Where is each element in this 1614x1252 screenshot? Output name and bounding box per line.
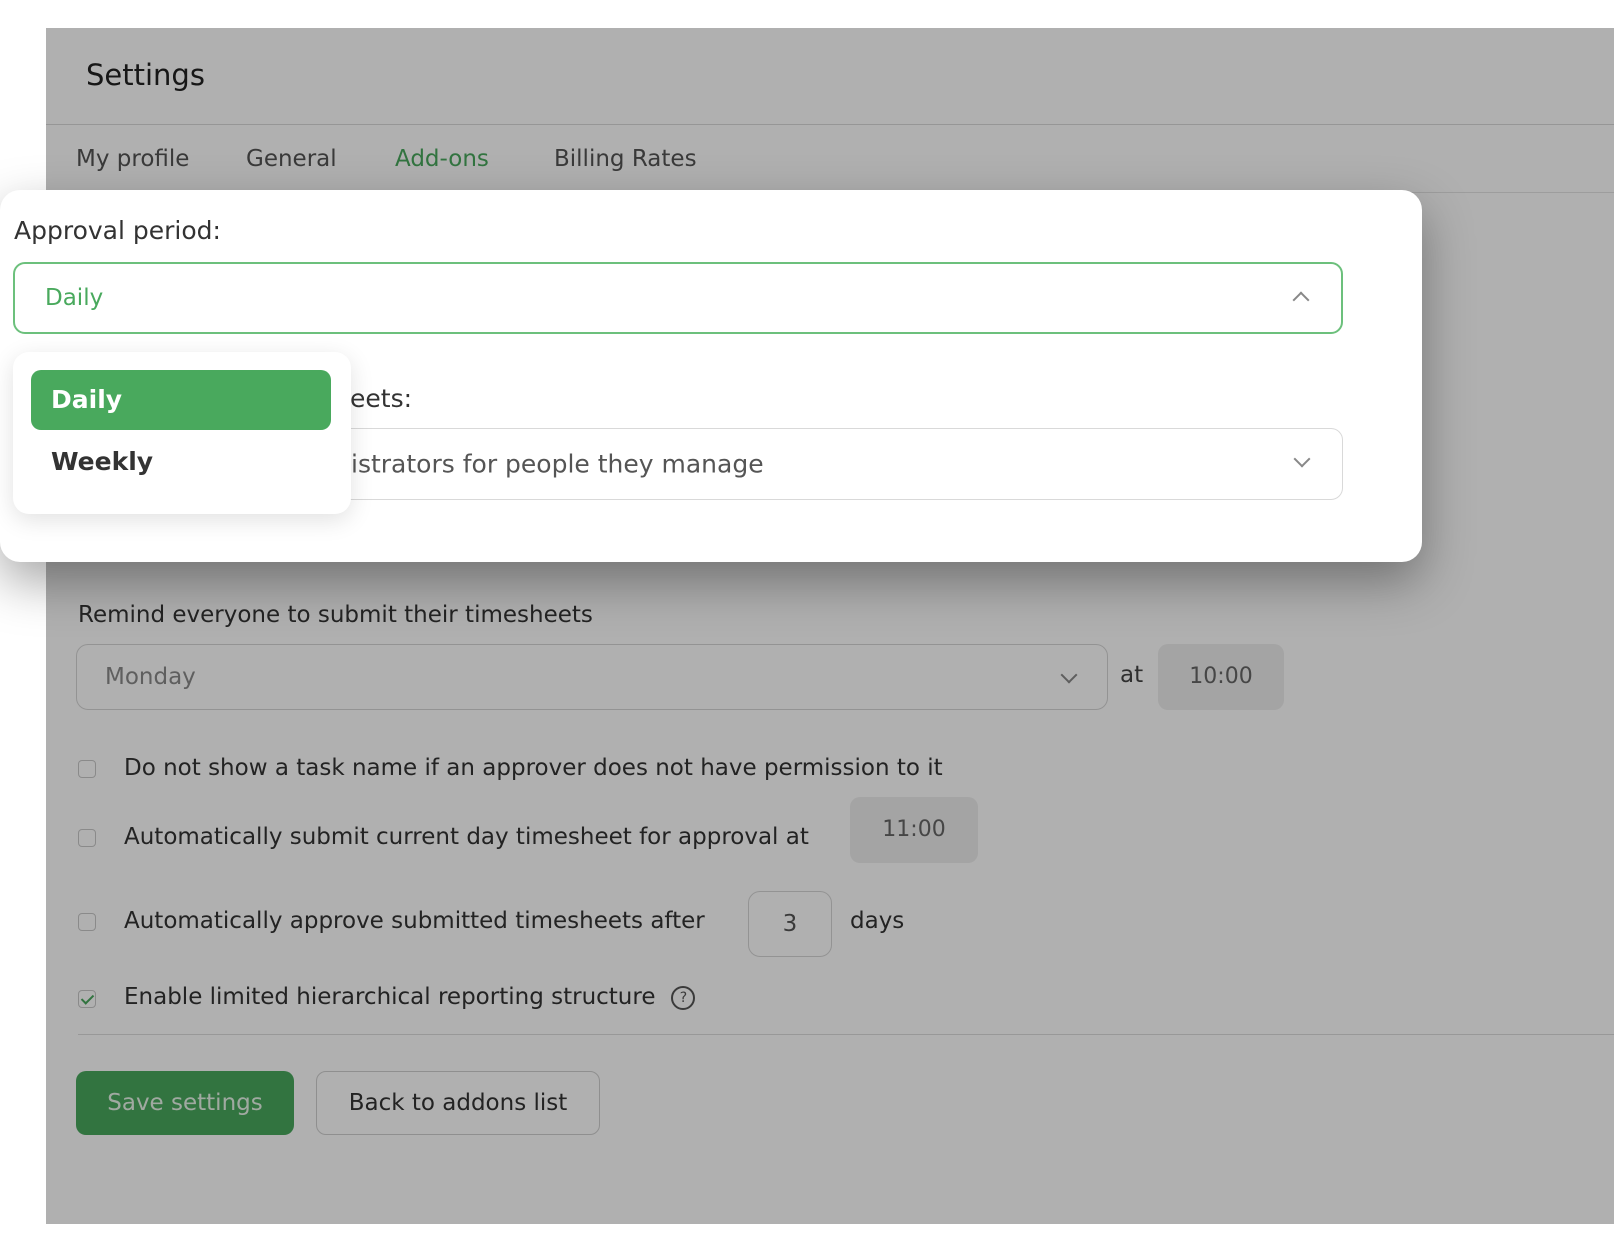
back-to-addons-button[interactable]: Back to addons list bbox=[316, 1071, 600, 1135]
approval-period-select[interactable]: Daily bbox=[13, 262, 1343, 334]
reminder-day-value: Monday bbox=[105, 664, 196, 690]
hierarchy-checkbox[interactable] bbox=[78, 990, 96, 1008]
option-daily[interactable]: Daily bbox=[31, 370, 331, 430]
chevron-down-icon bbox=[1060, 666, 1078, 684]
hierarchy-row: Enable limited hierarchical reporting st… bbox=[124, 984, 696, 1010]
auto-submit-checkbox[interactable] bbox=[78, 829, 96, 847]
chevron-up-icon bbox=[1292, 291, 1310, 309]
auto-submit-time-input[interactable]: 11:00 bbox=[850, 797, 978, 863]
tab-billing-rates[interactable]: Billing Rates bbox=[554, 146, 697, 172]
chevron-down-icon bbox=[1293, 450, 1311, 468]
hide-task-name-label: Do not show a task name if an approver d… bbox=[124, 755, 943, 781]
approvers-label: eets: bbox=[350, 384, 413, 413]
auto-approve-days-input[interactable]: 3 bbox=[748, 891, 832, 957]
auto-submit-label: Automatically submit current day timeshe… bbox=[124, 824, 809, 850]
divider bbox=[78, 1034, 1614, 1035]
hide-task-name-checkbox[interactable] bbox=[78, 760, 96, 778]
days-unit-label: days bbox=[850, 908, 905, 934]
reminder-day-select[interactable]: Monday bbox=[76, 644, 1108, 710]
settings-tabs: My profile General Add-ons Billing Rates bbox=[46, 126, 1614, 193]
page-header: Settings bbox=[46, 28, 1614, 125]
page-title: Settings bbox=[86, 58, 205, 92]
tab-general[interactable]: General bbox=[246, 146, 337, 172]
approval-period-value: Daily bbox=[45, 285, 104, 311]
tab-my-profile[interactable]: My profile bbox=[76, 146, 189, 172]
reminder-time-input[interactable]: 10:00 bbox=[1158, 644, 1284, 710]
auto-approve-checkbox[interactable] bbox=[78, 913, 96, 931]
approval-period-label: Approval period: bbox=[14, 216, 221, 245]
remind-label: Remind everyone to submit their timeshee… bbox=[78, 602, 593, 628]
help-icon[interactable]: ? bbox=[671, 985, 696, 1010]
option-weekly[interactable]: Weekly bbox=[31, 432, 331, 492]
auto-approve-label: Automatically approve submitted timeshee… bbox=[124, 908, 705, 934]
at-label: at bbox=[1120, 662, 1144, 688]
hierarchy-label: Enable limited hierarchical reporting st… bbox=[124, 984, 656, 1010]
save-settings-button[interactable]: Save settings bbox=[76, 1071, 294, 1135]
approvers-value: istrators for people they manage bbox=[351, 449, 764, 479]
approval-period-dropdown: Daily Weekly bbox=[13, 352, 351, 514]
tab-add-ons[interactable]: Add-ons bbox=[395, 146, 489, 172]
